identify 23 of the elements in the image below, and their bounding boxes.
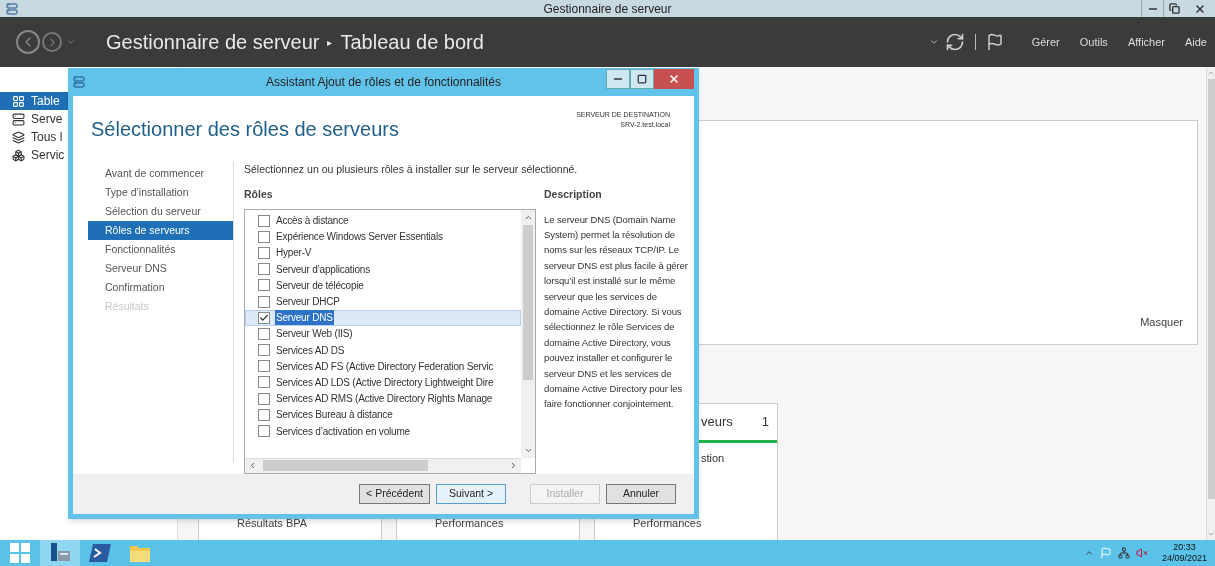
role-label: Services AD RMS (Active Directory Rights Manage bbox=[275, 392, 494, 407]
role-label: Services Bureau à distance bbox=[275, 408, 394, 423]
role-label: Services AD FS (Active Directory Federation Servic bbox=[275, 359, 495, 374]
page-heading: Sélectionner des rôles de serveurs bbox=[91, 117, 399, 142]
role-label: Serveur d’applications bbox=[275, 262, 371, 277]
role-label: Serveur de télécopie bbox=[275, 278, 365, 293]
role-label: Serveur DNS bbox=[275, 310, 334, 326]
role-label: Services AD DS bbox=[275, 343, 346, 358]
description-text: Le serveur DNS (Domain Name System) permet la résolution de noms sur les réseaux TCP/IP. Le serveur DNS est plus facile à gérer lorsqu’il est installé sur le même serveur que les services de domaine Active Directory. Si vous sélectionnez le rôle Services de domaine Active Directory, vous pouvez installer et configurer le serveur DNS et les services de domaine Active Directory pour les faire fonctionner conjointement. bbox=[544, 212, 689, 412]
breadcrumb-separator: ▸ bbox=[327, 35, 333, 50]
role-label: Serveur DHCP bbox=[275, 295, 341, 310]
role-label: Services AD LDS (Active Directory Lightweight Dire bbox=[275, 375, 495, 390]
window-title: Gestionnaire de serveur bbox=[543, 0, 672, 18]
roles-label: Rôles bbox=[244, 186, 274, 202]
dialog-title: Assistant Ajout de rôles et de fonctionnalités bbox=[266, 74, 501, 91]
role-label: Accès à distance bbox=[275, 214, 350, 229]
instruction-text: Sélectionnez un ou plusieurs rôles à installer sur le serveur sélectionné. bbox=[244, 162, 579, 177]
role-label: Expérience Windows Server Essentials bbox=[275, 230, 444, 245]
role-label: Hyper-V bbox=[275, 246, 313, 261]
role-label: Services d’activation en volume bbox=[275, 424, 411, 439]
role-label: Serveur Web (IIS) bbox=[275, 327, 354, 342]
tile-count: 1 bbox=[761, 413, 769, 432]
description-label: Description bbox=[544, 186, 603, 202]
